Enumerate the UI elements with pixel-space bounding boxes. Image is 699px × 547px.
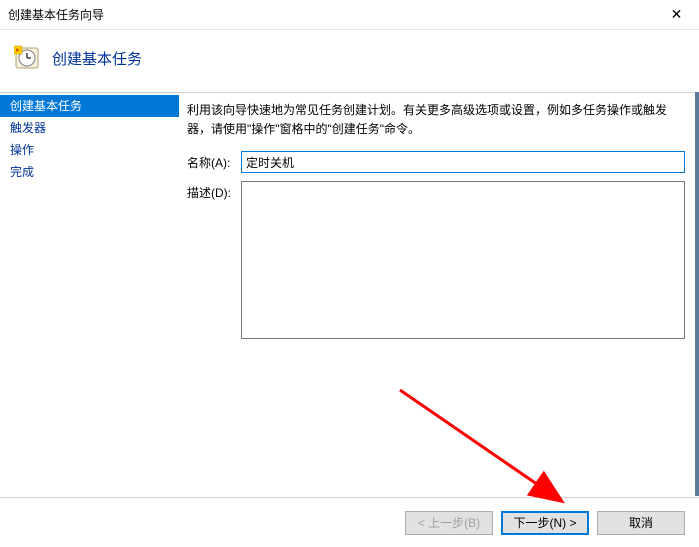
clock-icon [14,44,42,72]
instruction-text: 利用该向导快速地为常见任务创建计划。有关更多高级选项或设置，例如多任务操作或触发… [187,101,685,139]
sidebar-item-finish[interactable]: 完成 [0,161,179,183]
wizard-title: 创建基本任务 [52,48,142,69]
cancel-button[interactable]: 取消 [597,511,685,535]
name-label: 名称(A): [187,151,241,171]
name-row: 名称(A): [187,151,685,173]
close-icon: ✕ [671,6,683,23]
sidebar-item-trigger[interactable]: 触发器 [0,117,179,139]
titlebar: 创建基本任务向导 ✕ [0,0,699,30]
sidebar-item-label: 创建基本任务 [10,99,82,113]
sidebar-item-label: 触发器 [10,121,46,135]
description-row: 描述(D): [187,181,685,339]
description-textarea[interactable] [241,181,685,339]
wizard-content: 利用该向导快速地为常见任务创建计划。有关更多高级选项或设置，例如多任务操作或触发… [179,93,699,497]
wizard-body: 创建基本任务 触发器 操作 完成 利用该向导快速地为常见任务创建计划。有关更多高… [0,93,699,497]
right-border [695,92,699,496]
name-input[interactable] [241,151,685,173]
sidebar-item-create-task[interactable]: 创建基本任务 [0,95,179,117]
next-button[interactable]: 下一步(N) > [501,511,589,535]
sidebar-item-label: 完成 [10,165,34,179]
wizard-footer: < 上一步(B) 下一步(N) > 取消 [0,497,699,547]
close-button[interactable]: ✕ [654,0,699,30]
back-button: < 上一步(B) [405,511,493,535]
wizard-sidebar: 创建基本任务 触发器 操作 完成 [0,93,179,497]
sidebar-item-action[interactable]: 操作 [0,139,179,161]
window-title: 创建基本任务向导 [8,6,104,23]
wizard-header: 创建基本任务 [0,30,699,92]
sidebar-item-label: 操作 [10,143,34,157]
description-label: 描述(D): [187,181,241,201]
